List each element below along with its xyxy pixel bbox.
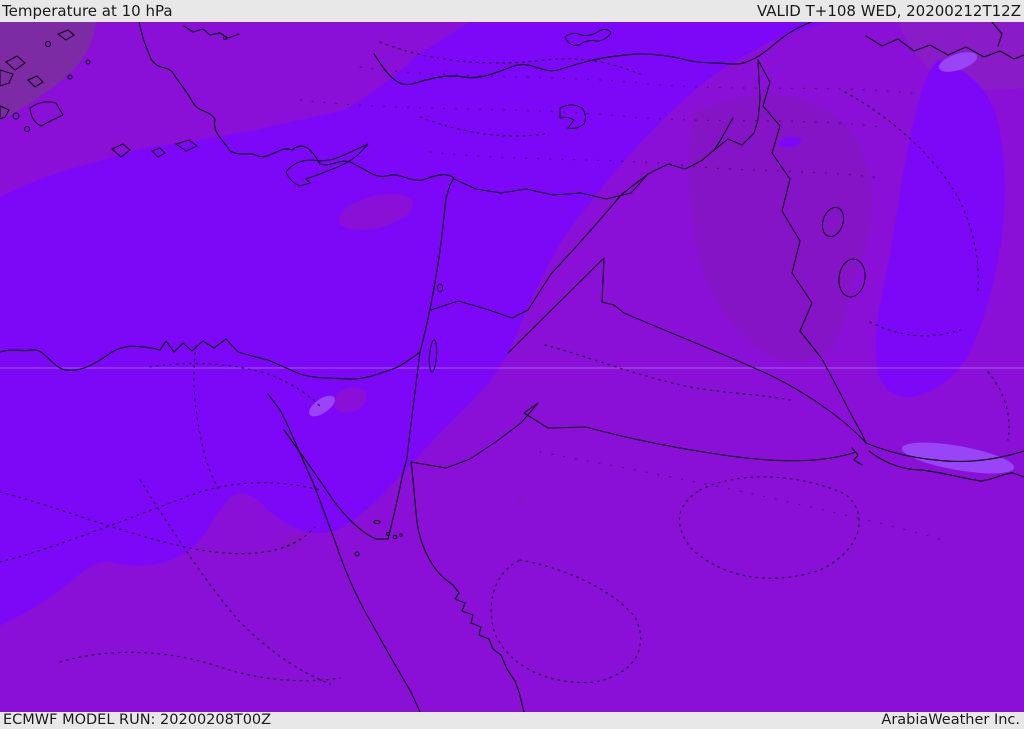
branding-label: ArabiaWeather Inc. bbox=[881, 712, 1020, 728]
temperature-fill-regions bbox=[0, 22, 1024, 712]
weather-map-app: Temperature at 10 hPa VALID T+108 WED, 2… bbox=[0, 0, 1024, 729]
map-title: Temperature at 10 hPa bbox=[2, 2, 173, 20]
header-bar: Temperature at 10 hPa VALID T+108 WED, 2… bbox=[0, 0, 1024, 22]
valid-time-label: VALID T+108 WED, 20200212T12Z bbox=[756, 2, 1021, 20]
footer-bar: ECMWF MODEL RUN: 20200208T00Z ArabiaWeat… bbox=[0, 712, 1024, 729]
region-dark-spot-small bbox=[518, 494, 526, 506]
temperature-map-svg bbox=[0, 22, 1024, 712]
model-run-label: ECMWF MODEL RUN: 20200208T00Z bbox=[3, 712, 272, 728]
map-canvas bbox=[0, 22, 1024, 712]
